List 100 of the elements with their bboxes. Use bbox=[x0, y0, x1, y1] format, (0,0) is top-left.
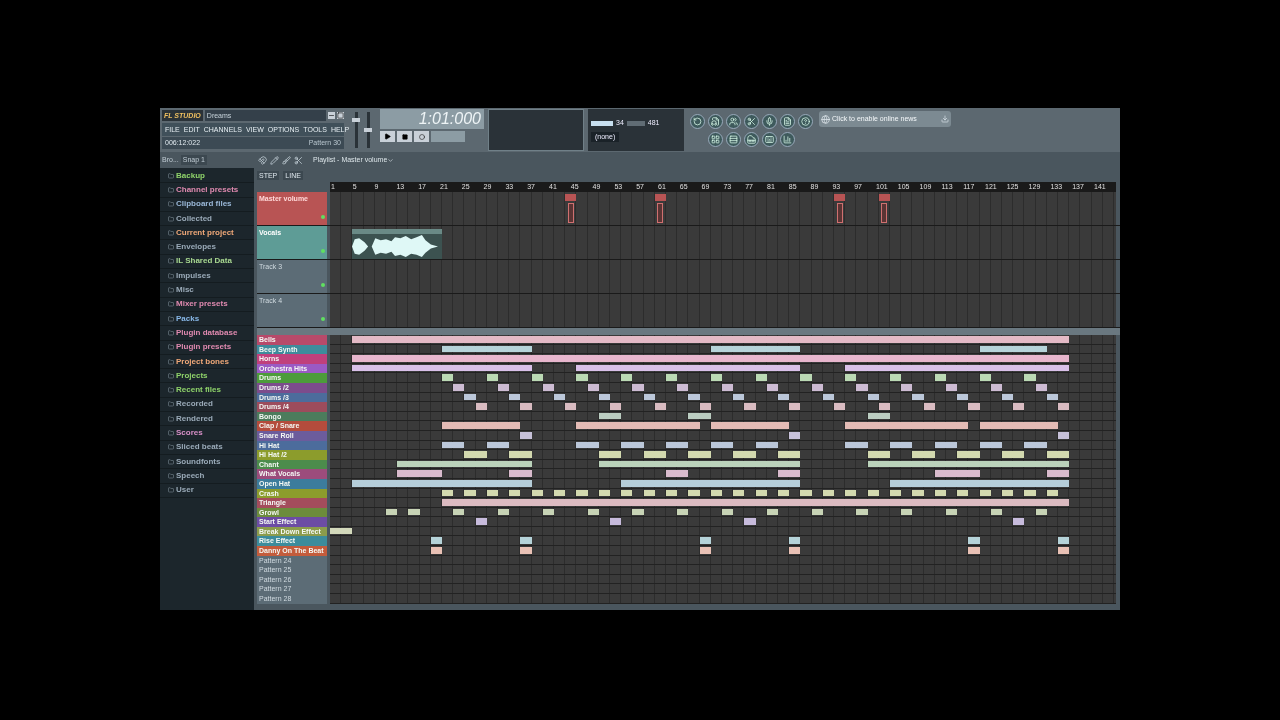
pattern-clip[interactable] bbox=[912, 393, 924, 401]
pattern-clip[interactable] bbox=[520, 537, 532, 545]
maximize-icon[interactable] bbox=[337, 112, 344, 119]
magnet-icon[interactable] bbox=[258, 155, 267, 165]
pattern-clip[interactable] bbox=[990, 383, 1002, 391]
pattern-clip[interactable] bbox=[957, 393, 969, 401]
pattern-clip[interactable] bbox=[699, 537, 711, 545]
pattern-clip[interactable] bbox=[442, 441, 465, 449]
pattern-clip[interactable] bbox=[408, 508, 420, 516]
pattern-clip[interactable] bbox=[755, 374, 767, 381]
pattern-clip[interactable] bbox=[498, 383, 510, 391]
pattern-clip[interactable] bbox=[486, 374, 498, 381]
pattern-clip[interactable] bbox=[587, 383, 599, 391]
pattern-clip[interactable] bbox=[710, 345, 801, 353]
pattern-clip[interactable] bbox=[442, 374, 454, 381]
pattern-clip[interactable] bbox=[979, 374, 991, 381]
pattern-clip[interactable] bbox=[957, 489, 969, 497]
pattern-clip[interactable] bbox=[845, 422, 969, 429]
pattern-clip[interactable] bbox=[509, 393, 521, 401]
pattern-clip[interactable] bbox=[598, 393, 610, 401]
track-led[interactable] bbox=[321, 249, 325, 253]
pattern-clip[interactable] bbox=[845, 374, 857, 381]
help-button[interactable] bbox=[798, 113, 813, 129]
pattern-clip[interactable] bbox=[688, 393, 700, 401]
pattern-clip[interactable] bbox=[554, 489, 566, 497]
pattern-clip[interactable] bbox=[632, 383, 644, 391]
pattern-clip[interactable] bbox=[1013, 403, 1025, 410]
pattern-clip[interactable] bbox=[789, 403, 801, 410]
pattern-clip[interactable] bbox=[744, 518, 756, 525]
pattern-clip[interactable] bbox=[576, 489, 588, 497]
pattern-clip[interactable] bbox=[890, 374, 902, 381]
stop-button[interactable] bbox=[397, 131, 412, 142]
pattern-clip[interactable] bbox=[542, 508, 554, 516]
pattern-clip[interactable] bbox=[789, 547, 801, 554]
pattern-clip[interactable] bbox=[520, 403, 532, 410]
slider-thumb[interactable] bbox=[364, 128, 372, 132]
pattern-clip[interactable] bbox=[666, 441, 689, 449]
pattern-clip[interactable] bbox=[912, 489, 924, 497]
pattern-clip[interactable] bbox=[822, 489, 834, 497]
pattern-clip[interactable] bbox=[822, 393, 834, 401]
undo-button[interactable] bbox=[690, 113, 705, 129]
pattern-clip[interactable] bbox=[755, 441, 778, 449]
pattern-clip[interactable] bbox=[733, 393, 745, 401]
pattern-clip[interactable] bbox=[453, 508, 465, 516]
pattern-clip[interactable] bbox=[587, 508, 599, 516]
pattern-clip[interactable] bbox=[397, 470, 442, 477]
pattern-clip[interactable] bbox=[867, 412, 890, 420]
grid-button[interactable] bbox=[708, 131, 723, 147]
pattern-clip[interactable] bbox=[621, 374, 633, 381]
pattern-clip[interactable] bbox=[901, 508, 913, 516]
pattern-clip[interactable] bbox=[946, 508, 958, 516]
pattern-clip[interactable] bbox=[554, 393, 566, 401]
pattern-clip[interactable] bbox=[430, 537, 442, 545]
pattern-clip[interactable] bbox=[778, 393, 790, 401]
pattern-clip[interactable] bbox=[890, 441, 913, 449]
pattern-clip[interactable] bbox=[352, 479, 532, 487]
pattern-clip[interactable] bbox=[352, 336, 1070, 343]
pattern-clip[interactable] bbox=[475, 518, 487, 525]
pattern-clip[interactable] bbox=[845, 489, 857, 497]
pattern-clip[interactable] bbox=[565, 403, 577, 410]
pattern-clip[interactable] bbox=[666, 489, 678, 497]
rows-button[interactable] bbox=[726, 131, 741, 147]
pattern-clip[interactable] bbox=[677, 383, 689, 391]
microphone-button[interactable] bbox=[762, 113, 777, 129]
pattern-clip[interactable] bbox=[430, 547, 442, 554]
pattern-clip[interactable] bbox=[352, 364, 532, 372]
pattern-clip[interactable] bbox=[934, 489, 946, 497]
track-led[interactable] bbox=[321, 215, 325, 219]
document-button[interactable] bbox=[780, 113, 795, 129]
pattern-clip[interactable] bbox=[1002, 451, 1025, 458]
brush-icon[interactable] bbox=[282, 155, 291, 165]
pattern-clip[interactable] bbox=[1058, 431, 1070, 439]
pattern-clip[interactable] bbox=[934, 470, 980, 477]
pattern-clip[interactable] bbox=[464, 393, 476, 401]
pattern-clip[interactable] bbox=[1046, 470, 1070, 477]
pattern-clip[interactable] bbox=[666, 374, 678, 381]
pattern-clip[interactable] bbox=[610, 403, 622, 410]
pattern-clip[interactable] bbox=[834, 403, 846, 410]
pattern-clip[interactable] bbox=[542, 383, 554, 391]
pattern-clip[interactable] bbox=[755, 489, 767, 497]
pattern-clip[interactable] bbox=[598, 451, 622, 458]
pattern-clip[interactable] bbox=[621, 489, 633, 497]
pattern-clip[interactable] bbox=[778, 451, 801, 458]
pattern-clip[interactable] bbox=[722, 508, 734, 516]
pattern-clip[interactable] bbox=[1024, 374, 1036, 381]
pattern-clip[interactable] bbox=[856, 508, 868, 516]
pattern-clip[interactable] bbox=[990, 508, 1002, 516]
pattern-clip[interactable] bbox=[890, 479, 1070, 487]
pattern-clip[interactable] bbox=[811, 508, 823, 516]
file-audio-button[interactable] bbox=[708, 113, 723, 129]
pattern-clip[interactable] bbox=[598, 489, 610, 497]
pattern-clip[interactable] bbox=[699, 403, 711, 410]
pattern-clip[interactable] bbox=[330, 527, 353, 535]
pattern-clip[interactable] bbox=[733, 451, 756, 458]
pattern-clip[interactable] bbox=[509, 470, 532, 477]
pattern-clip[interactable] bbox=[946, 383, 958, 391]
pattern-clip[interactable] bbox=[968, 403, 980, 410]
pattern-clip[interactable] bbox=[1035, 383, 1047, 391]
pattern-clip[interactable] bbox=[632, 508, 644, 516]
pattern-clip[interactable] bbox=[722, 383, 734, 391]
